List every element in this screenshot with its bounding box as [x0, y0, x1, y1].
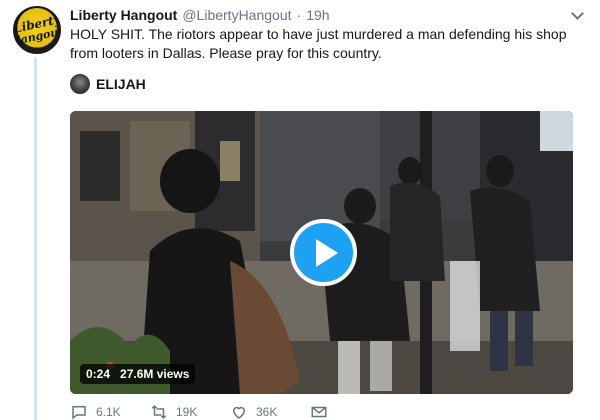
video-duration: 0:24: [86, 367, 111, 381]
reply-button[interactable]: 6.1K: [70, 403, 150, 420]
video-attribution[interactable]: ELIJAH: [70, 73, 146, 95]
retweet-button[interactable]: 19K: [150, 403, 230, 420]
timestamp[interactable]: 19h: [306, 7, 329, 23]
heart-icon: [232, 406, 246, 419]
video-views: 27.6M views: [120, 367, 190, 381]
play-icon: [315, 238, 338, 267]
display-name[interactable]: Liberty Hangout: [70, 7, 177, 23]
retweet-icon: [151, 404, 167, 420]
reply-count: 6.1K: [96, 405, 121, 419]
reply-icon: [72, 406, 86, 420]
avatar[interactable]: Liberty Hangout: [13, 6, 61, 54]
play-button[interactable]: [290, 219, 357, 286]
tweet-text: HOLY SHIT. The riotors appear to have ju…: [70, 26, 567, 61]
thread-line: [34, 58, 37, 420]
tweet-header: Liberty Hangout @LibertyHangout · 19h: [70, 6, 580, 24]
tweet-actions: 6.1K 19K 36K: [70, 403, 490, 420]
direct-message-button[interactable]: [310, 403, 390, 420]
separator: ·: [296, 7, 302, 23]
attribution-name: ELIJAH: [96, 76, 146, 92]
attribution-avatar: [70, 74, 90, 94]
envelope-icon: [311, 406, 327, 418]
video-badges: 0:24 27.6M views: [80, 364, 196, 384]
video-player[interactable]: 0:24 27.6M views: [70, 111, 573, 394]
like-count: 36K: [256, 405, 278, 419]
like-button[interactable]: 36K: [230, 403, 310, 420]
handle[interactable]: @LibertyHangout: [182, 7, 291, 23]
retweet-count: 19K: [176, 405, 198, 419]
video-stats: 0:24 27.6M views: [80, 364, 196, 384]
